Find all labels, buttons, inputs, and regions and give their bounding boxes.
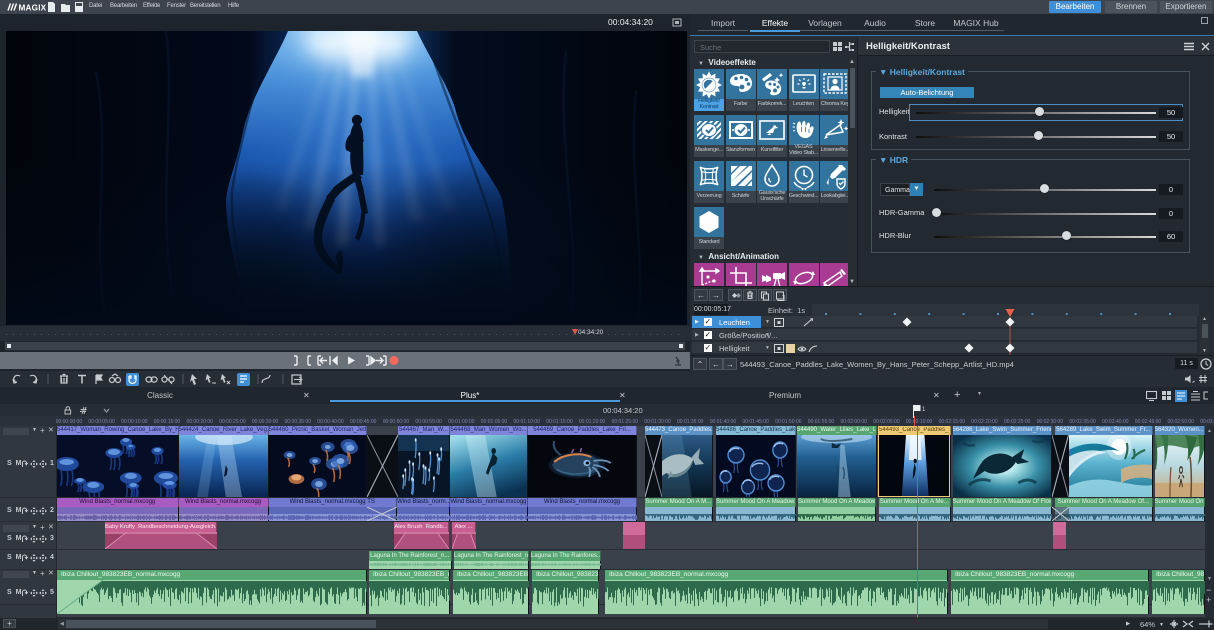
svg-text:MAGIX: MAGIX bbox=[19, 3, 47, 12]
svg-text:1: 1 bbox=[922, 407, 926, 413]
